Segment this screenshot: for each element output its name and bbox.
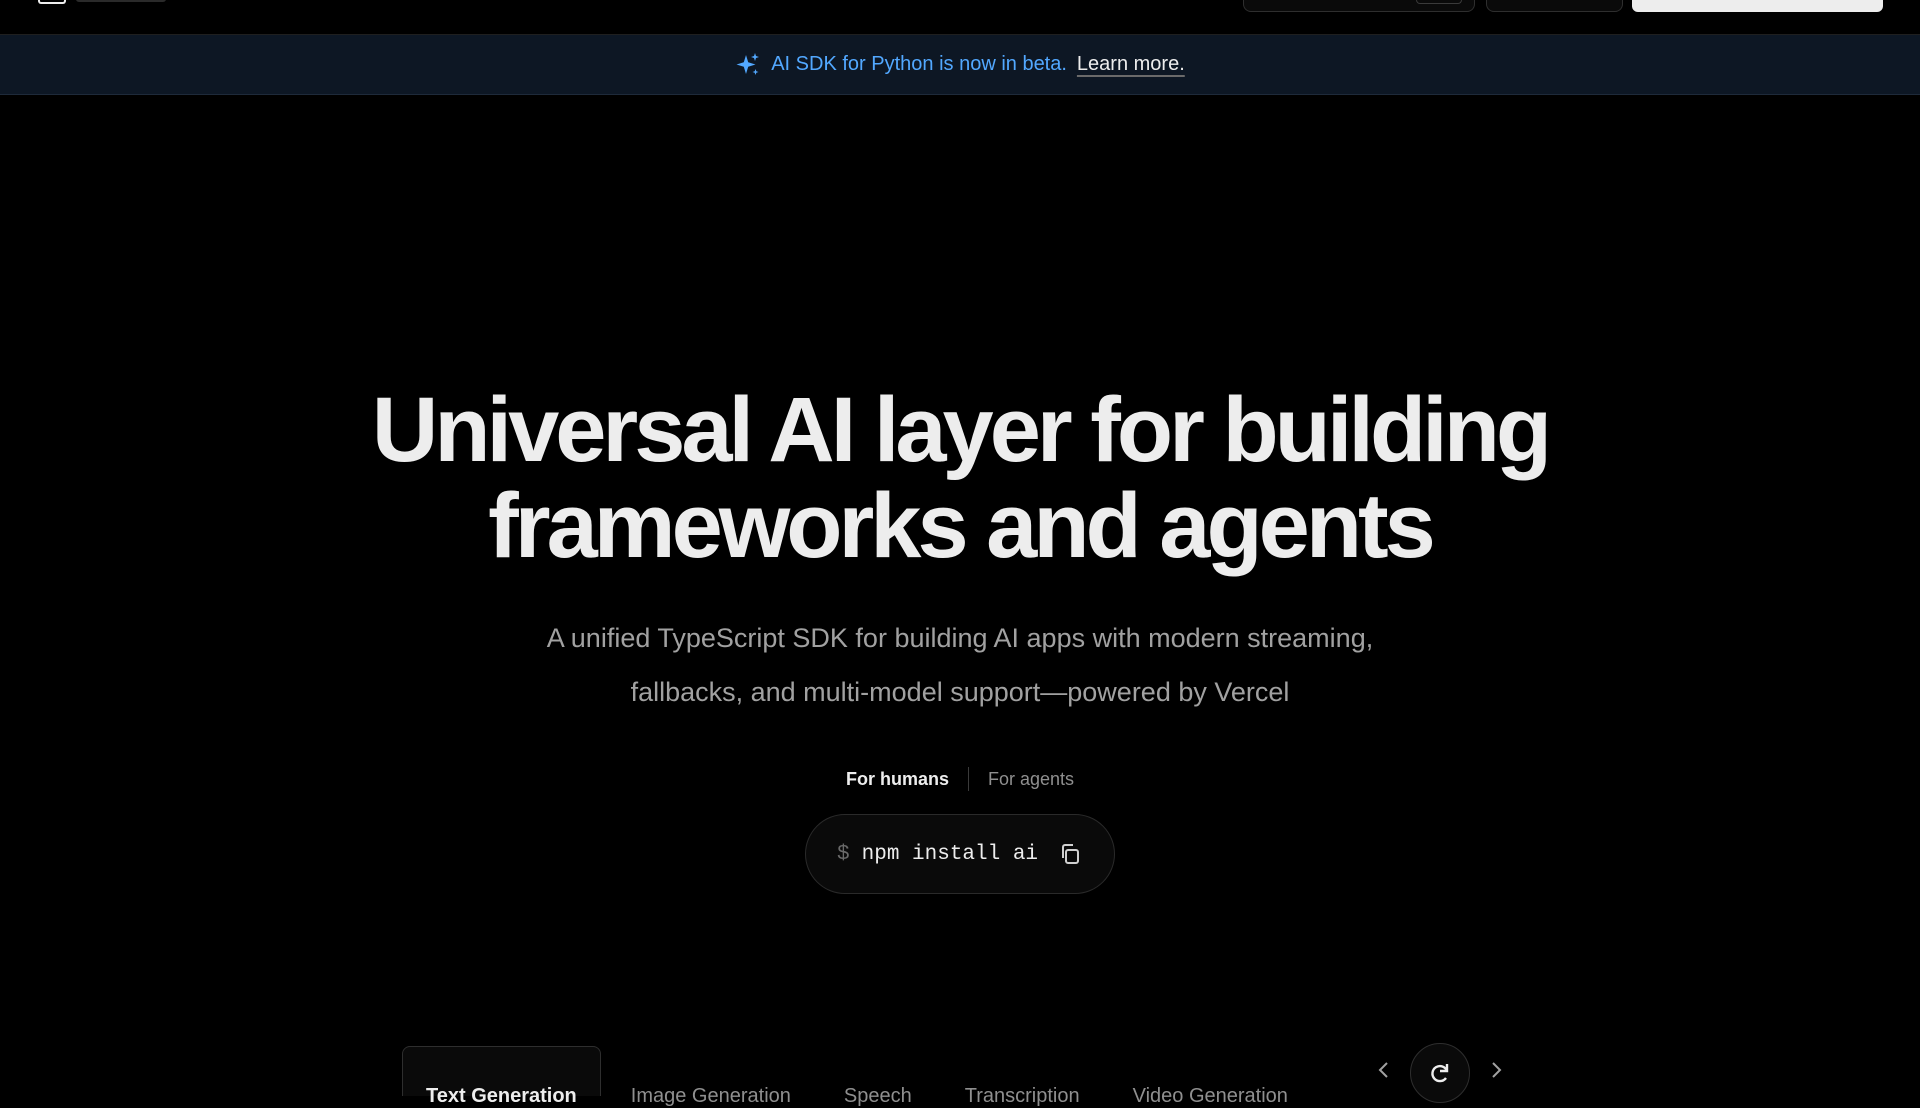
- tab-speech[interactable]: Speech: [821, 1046, 935, 1107]
- tab-video-generation[interactable]: Video Generation: [1110, 1046, 1311, 1107]
- announcement-banner: AI SDK for Python is now in beta. Learn …: [0, 35, 1920, 95]
- copy-icon[interactable]: [1058, 842, 1082, 866]
- hero-title-line-2: frameworks and agents: [488, 475, 1436, 577]
- tab-image-generation[interactable]: Image Generation: [608, 1046, 814, 1107]
- tab-label: Transcription: [964, 1084, 1080, 1107]
- install-command-text: npm install ai: [861, 842, 1039, 866]
- feature-tabs: Text Generation Image Generation Speech …: [402, 1046, 1318, 1107]
- tab-label: Image Generation: [630, 1084, 791, 1107]
- for-humans-toggle[interactable]: For humans: [827, 769, 968, 790]
- secondary-nav-button[interactable]: [1486, 0, 1623, 12]
- banner-text: AI SDK for Python is now in beta.: [771, 53, 1067, 75]
- hero-title-line-1: Universal AI layer for building: [371, 379, 1552, 481]
- tab-label: Text Generation: [426, 1085, 577, 1107]
- search-button[interactable]: [1243, 0, 1475, 12]
- logo-wordmark[interactable]: [76, 0, 166, 2]
- install-command: $ npm install ai: [805, 814, 1115, 894]
- primary-nav-button[interactable]: [1632, 0, 1883, 12]
- hero-subtitle: A unified TypeScript SDK for building AI…: [460, 611, 1460, 719]
- tab-transcription[interactable]: Transcription: [942, 1046, 1103, 1107]
- top-navigation: [0, 0, 1920, 35]
- hero-subtitle-line-1: A unified TypeScript SDK for building AI…: [546, 623, 1374, 653]
- hero-title: Universal AI layer for building framewor…: [0, 382, 1920, 574]
- tab-text-generation[interactable]: Text Generation: [402, 1046, 601, 1107]
- learn-more-link[interactable]: Learn more.: [1077, 53, 1185, 76]
- refresh-icon: [1431, 1064, 1449, 1083]
- tab-label: Video Generation: [1132, 1084, 1288, 1107]
- tab-label: Speech: [843, 1084, 912, 1107]
- shell-prompt: $: [837, 842, 850, 866]
- hero-subtitle-line-2: fallbacks, and multi-model support—power…: [630, 677, 1290, 707]
- logo-icon[interactable]: [38, 0, 66, 4]
- for-agents-toggle[interactable]: For agents: [969, 769, 1093, 790]
- chevron-left-icon[interactable]: [1372, 1058, 1396, 1082]
- audience-toggle: For humans For agents: [0, 764, 1920, 794]
- refresh-button[interactable]: [1410, 1043, 1470, 1103]
- keyboard-shortcut-badge: [1416, 0, 1462, 4]
- chevron-right-icon[interactable]: [1484, 1058, 1508, 1082]
- sparkles-icon: [736, 52, 760, 75]
